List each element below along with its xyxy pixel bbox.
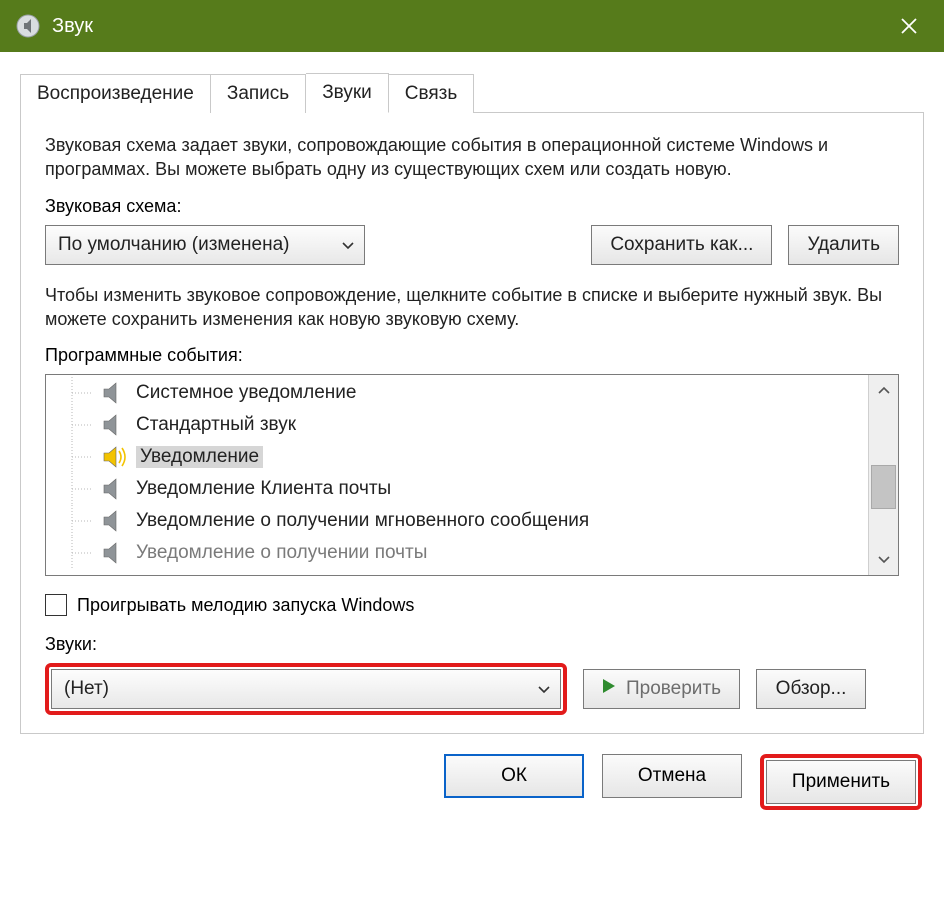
events-scrollbar[interactable] [868,375,898,575]
events-description: Чтобы изменить звуковое сопровождение, щ… [45,283,899,332]
event-item[interactable]: Системное уведомление [46,377,868,409]
speaker-icon [102,508,128,534]
speaker-icon [102,476,128,502]
chevron-down-icon [538,681,550,697]
dialog-button-row: ОК Отмена Применить [0,734,944,832]
browse-button[interactable]: Обзор... [756,669,866,709]
titlebar: Звук [0,0,944,52]
highlight-sound-combo: (Нет) [45,663,567,715]
event-item[interactable]: Уведомление о получении мгновенного сооб… [46,505,868,537]
event-label: Уведомление о получении мгновенного сооб… [136,510,589,532]
event-label: Системное уведомление [136,382,356,404]
tab-recording[interactable]: Запись [211,74,306,113]
tree-connector-icon [56,537,102,569]
delete-button[interactable]: Удалить [788,225,899,265]
events-label: Программные события: [45,345,899,366]
save-as-button[interactable]: Сохранить как... [591,225,772,265]
event-item[interactable]: Уведомление Клиента почты [46,473,868,505]
speaker-icon [102,412,128,438]
tab-body-sounds: Звуковая схема задает звуки, сопровождаю… [20,113,924,734]
window-title: Звук [52,15,93,38]
tree-connector-icon [56,441,102,473]
speaker-icon [102,380,128,406]
scheme-combobox[interactable]: По умолчанию (изменена) [45,225,365,265]
event-item[interactable]: Уведомление о получении почты [46,537,868,569]
event-item[interactable]: Уведомление [46,441,868,473]
chevron-down-icon [342,237,354,253]
scheme-value: По умолчанию (изменена) [58,234,290,256]
scheme-label: Звуковая схема: [45,196,899,217]
scheme-description: Звуковая схема задает звуки, сопровождаю… [45,133,899,182]
tabstrip: Воспроизведение Запись Звуки Связь [20,72,924,113]
play-icon [602,678,616,700]
events-list: Системное уведомление Стандартный звук Уве… [46,375,868,575]
event-label: Уведомление Клиента почты [136,478,391,500]
test-sound-button[interactable]: Проверить [583,669,740,709]
close-icon [900,17,918,35]
tab-sounds[interactable]: Звуки [306,73,389,113]
ok-button[interactable]: ОК [444,754,584,798]
sound-dialog: Звук Воспроизведение Запись Звуки Связь … [0,0,944,910]
event-item[interactable]: Стандартный звук [46,409,868,441]
speaker-icon [102,540,128,566]
tab-playback[interactable]: Воспроизведение [20,74,211,113]
event-label: Уведомление [136,446,263,468]
events-listbox[interactable]: Системное уведомление Стандартный звук Уве… [45,374,899,576]
play-startup-sound-label: Проигрывать мелодию запуска Windows [77,595,414,616]
event-label: Стандартный звук [136,414,296,436]
scroll-up-icon[interactable] [869,375,898,405]
sound-value: (Нет) [64,678,109,700]
scroll-down-icon[interactable] [869,545,898,575]
apply-button[interactable]: Применить [766,760,916,804]
highlight-apply: Применить [760,754,922,810]
tab-communications[interactable]: Связь [389,74,475,113]
close-button[interactable] [874,0,944,52]
event-label: Уведомление о получении почты [136,542,427,564]
tree-connector-icon [56,505,102,537]
sound-combobox[interactable]: (Нет) [51,669,561,709]
speaker-icon [102,444,128,470]
tree-connector-icon [56,473,102,505]
sound-label: Звуки: [45,634,899,655]
tree-connector-icon [56,409,102,441]
cancel-button[interactable]: Отмена [602,754,742,798]
tree-connector-icon [56,377,102,409]
scroll-thumb[interactable] [871,465,896,509]
scroll-track[interactable] [869,405,898,545]
play-startup-sound-checkbox[interactable] [45,594,67,616]
speaker-app-icon [14,12,42,40]
